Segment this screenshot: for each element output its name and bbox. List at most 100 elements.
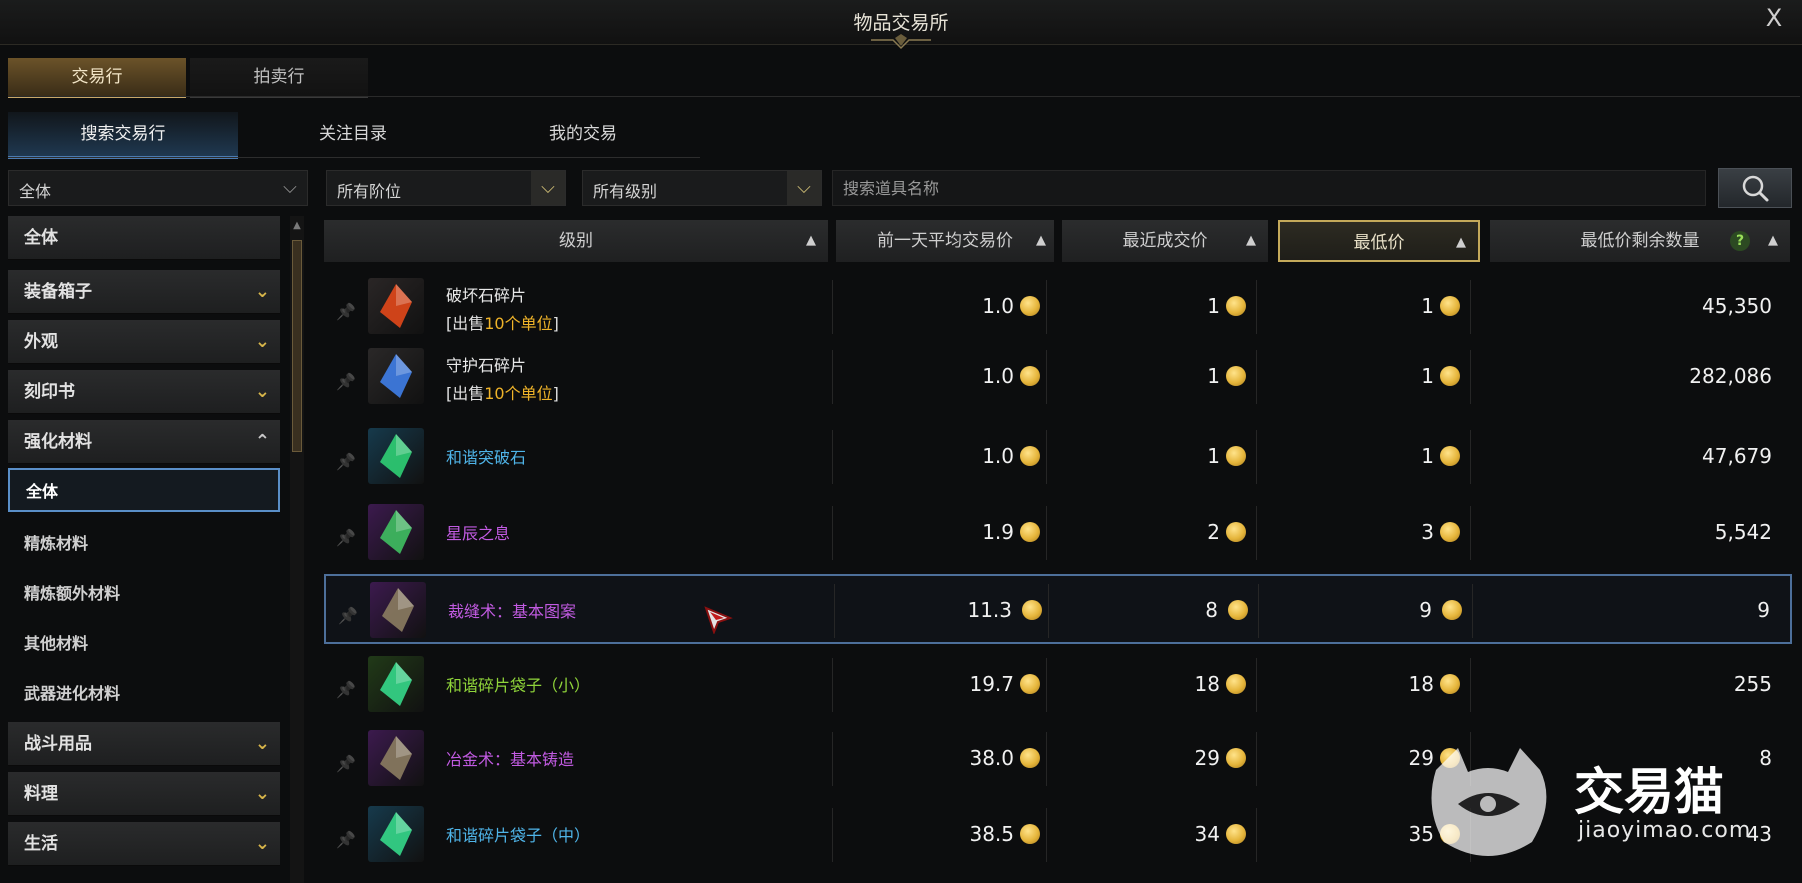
sidebar-item-label: 精炼材料	[24, 534, 89, 553]
column-divider	[1046, 808, 1047, 862]
lowest-price: 3	[1421, 520, 1434, 544]
chevron-down-icon: ⌵	[531, 171, 565, 205]
table-row[interactable]: 📌 和谐碎片袋子（小） 19.7 18 18 255	[324, 650, 1792, 720]
search-icon	[1742, 175, 1769, 202]
sidebar-subcategory[interactable]: 其他材料	[8, 622, 280, 666]
sale-unit-prefix: [出售	[446, 314, 485, 333]
column-divider	[1256, 430, 1257, 484]
sidebar-item-label: 刻印书	[24, 382, 75, 402]
sidebar-category[interactable]: 装备箱子 ⌄	[8, 270, 280, 314]
gold-coin-icon	[1226, 748, 1246, 768]
sidebar-category[interactable]: 料理 ⌄	[8, 772, 280, 816]
sidebar-category[interactable]: 全体	[8, 216, 280, 260]
shard-pouch-icon	[368, 656, 424, 712]
sidebar-subcategory[interactable]: 精炼额外材料	[8, 572, 280, 616]
sidebar-category[interactable]: 刻印书 ⌄	[8, 370, 280, 414]
column-divider	[1472, 584, 1473, 638]
sidebar-subcategory[interactable]: 全体	[8, 468, 280, 512]
column-divider	[832, 350, 833, 404]
sort-asc-icon: ▲	[1456, 235, 1466, 250]
watermark-brand: 交易猫	[1574, 763, 1724, 821]
sidebar-item-label: 战斗用品	[24, 734, 92, 754]
remaining-quantity: 5,542	[1714, 520, 1772, 544]
level-dropdown[interactable]: 所有级别 ⌵	[582, 170, 822, 206]
column-divider	[1470, 280, 1471, 334]
table-row[interactable]: 📌 裁缝术：基本图案 11.3 8 9 9	[324, 574, 1792, 644]
column-divider	[1470, 658, 1471, 712]
pin-icon[interactable]: 📌	[336, 680, 356, 699]
sidebar-category[interactable]: 战斗用品 ⌄	[8, 722, 280, 766]
close-button[interactable]: X	[1760, 4, 1788, 32]
sidebar-category[interactable]: 生活 ⌄	[8, 822, 280, 866]
sidebar-scroll-thumb[interactable]	[292, 240, 302, 452]
scroll-up-arrow-icon[interactable]: ▲	[292, 220, 302, 234]
pin-icon[interactable]: 📌	[336, 372, 356, 391]
help-icon[interactable]: ?	[1730, 231, 1750, 251]
column-header-level[interactable]: 级别 ▲	[324, 220, 828, 262]
item-name: 星辰之息	[446, 524, 511, 543]
sidebar-category[interactable]: 强化材料 ⌃	[8, 420, 280, 464]
sort-asc-icon: ▲	[806, 233, 816, 248]
column-header-avg-price[interactable]: 前一天平均交易价 ▲	[836, 220, 1054, 262]
subtab-search[interactable]: 搜索交易行	[8, 112, 238, 159]
sidebar-subcategory[interactable]: 精炼材料	[8, 522, 280, 566]
column-header-recent-price-label: 最近成交价	[1122, 231, 1208, 251]
remaining-quantity: 282,086	[1689, 364, 1772, 388]
red-crystal-shard-icon	[368, 278, 424, 334]
pin-icon[interactable]: 📌	[336, 452, 356, 471]
pin-icon[interactable]: 📌	[336, 528, 356, 547]
column-header-recent-price[interactable]: 最近成交价 ▲	[1062, 220, 1268, 262]
title-ornament-icon	[871, 34, 931, 50]
book-icon	[370, 582, 426, 638]
recent-price: 1	[1207, 444, 1220, 468]
column-divider	[832, 280, 833, 334]
pin-icon[interactable]: 📌	[336, 830, 356, 849]
sidebar-item-label: 全体	[24, 228, 58, 248]
category-dropdown[interactable]: 全体 ⌵	[8, 170, 308, 206]
column-divider	[1256, 732, 1257, 786]
gold-coin-icon	[1020, 446, 1040, 466]
column-header-level-label: 级别	[559, 231, 593, 251]
subtab-watchlist[interactable]: 关注目录	[238, 112, 468, 156]
pin-icon[interactable]: 📌	[338, 606, 358, 625]
tier-dropdown[interactable]: 所有阶位 ⌵	[326, 170, 566, 206]
column-header-remaining-qty[interactable]: 最低价剩余数量 ? ▲	[1490, 220, 1790, 262]
remaining-quantity: 45,350	[1702, 294, 1772, 318]
gold-coin-icon	[1440, 446, 1460, 466]
lowest-price: 1	[1421, 364, 1434, 388]
column-divider	[834, 584, 835, 638]
column-divider	[1046, 350, 1047, 404]
column-divider	[832, 506, 833, 560]
chevron-down-icon: ⌵	[283, 177, 297, 198]
recent-price: 34	[1194, 822, 1220, 846]
blue-crystal-shard-icon	[368, 348, 424, 404]
recent-price: 1	[1207, 364, 1220, 388]
table-row[interactable]: 📌 和谐突破石 1.0 1 1 47,679	[324, 422, 1792, 492]
sidebar-category[interactable]: 外观 ⌄	[8, 320, 280, 364]
sort-asc-icon: ▲	[1036, 233, 1046, 248]
column-divider	[1046, 506, 1047, 560]
avg-price: 38.0	[969, 746, 1014, 770]
tab-auction[interactable]: 拍卖行	[190, 58, 368, 98]
sidebar-item-label: 装备箱子	[24, 282, 92, 302]
item-name: 和谐碎片袋子（中）	[446, 826, 591, 845]
recent-price: 18	[1194, 672, 1220, 696]
level-dropdown-value: 所有级别	[593, 182, 658, 201]
pin-icon[interactable]: 📌	[336, 754, 356, 773]
pin-icon[interactable]: 📌	[336, 302, 356, 321]
tab-exchange[interactable]: 交易行	[8, 58, 186, 98]
subtab-my-trades[interactable]: 我的交易	[468, 112, 698, 156]
chevron-down-icon: ⌄	[254, 833, 270, 854]
search-button[interactable]	[1718, 168, 1792, 208]
column-header-lowest-price[interactable]: 最低价 ▲	[1278, 220, 1480, 262]
table-row[interactable]: 📌 守护石碎片 [出售10个单位] 1.0 1 1 282,086	[324, 342, 1792, 412]
avg-price: 38.5	[969, 822, 1014, 846]
chevron-down-icon: ⌄	[254, 733, 270, 754]
table-row[interactable]: 📌 破坏石碎片 [出售10个单位] 1.0 1 1 45,350	[324, 272, 1792, 342]
sidebar-subcategory[interactable]: 武器进化材料	[8, 672, 280, 716]
column-divider	[1470, 350, 1471, 404]
table-row[interactable]: 📌 星辰之息 1.9 2 3 5,542	[324, 498, 1792, 568]
recent-price: 1	[1207, 294, 1220, 318]
search-input[interactable]	[832, 170, 1706, 206]
column-divider	[832, 430, 833, 484]
